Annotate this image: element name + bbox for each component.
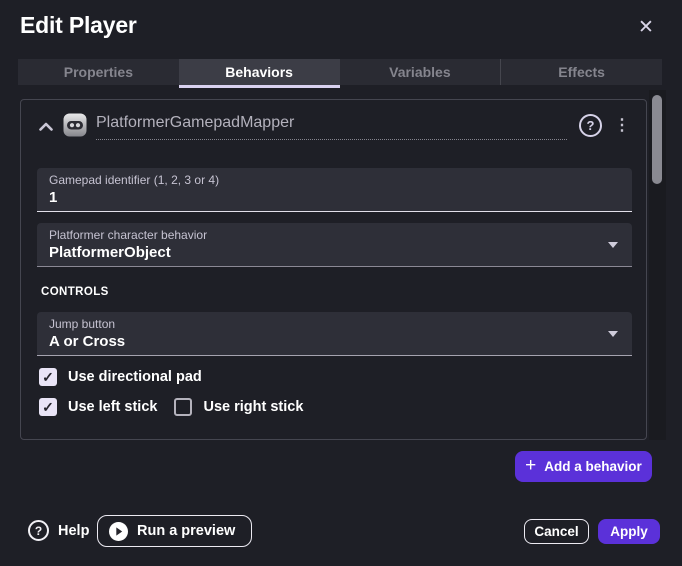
scrollbar-thumb[interactable]	[652, 95, 662, 184]
more-options-icon[interactable]: ⋮	[614, 115, 630, 135]
use-right-stick-label[interactable]: Use right stick	[203, 399, 303, 415]
behavior-help-icon[interactable]: ?	[579, 114, 602, 137]
behavior-name-field[interactable]: PlatformerGamepadMapper	[96, 114, 567, 140]
use-directional-pad-checkbox[interactable]: ✓	[39, 368, 57, 386]
tab-effects[interactable]: Effects	[500, 59, 662, 85]
character-behavior-label: Platformer character behavior	[49, 228, 620, 242]
plus-icon: +	[525, 456, 536, 475]
jump-button-label: Jump button	[49, 317, 620, 331]
character-behavior-select[interactable]: Platformer character behavior Platformer…	[37, 223, 632, 267]
page-title: Edit Player	[20, 12, 137, 39]
gamepad-identifier-field[interactable]: Gamepad identifier (1, 2, 3 or 4) 1	[37, 168, 632, 212]
collapse-chevron-icon[interactable]	[37, 114, 55, 138]
help-button[interactable]: ? Help	[28, 519, 89, 542]
apply-button[interactable]: Apply	[598, 519, 660, 544]
cancel-button[interactable]: Cancel	[524, 519, 589, 544]
check-icon: ✓	[42, 370, 54, 384]
dropdown-arrow-icon	[608, 242, 618, 248]
play-icon	[109, 522, 128, 541]
help-icon: ?	[28, 520, 49, 541]
use-left-stick-checkbox[interactable]: ✓	[39, 398, 57, 416]
tab-properties[interactable]: Properties	[18, 59, 179, 85]
checkbox-row: ✓ Use left stick Use right stick	[39, 398, 303, 416]
check-icon: ✓	[42, 400, 54, 414]
checkbox-row: ✓ Use directional pad	[39, 368, 202, 386]
use-right-stick-checkbox[interactable]	[174, 398, 192, 416]
tab-variables[interactable]: Variables	[340, 59, 501, 85]
add-behavior-label: Add a behavior	[544, 459, 642, 474]
help-label: Help	[58, 523, 89, 539]
tab-behaviors[interactable]: Behaviors	[179, 59, 340, 85]
run-preview-button[interactable]: Run a preview	[97, 515, 252, 547]
gamepad-identifier-label: Gamepad identifier (1, 2, 3 or 4)	[49, 173, 620, 187]
jump-button-value: A or Cross	[49, 333, 620, 350]
behavior-card-header: PlatformerGamepadMapper ? ⋮	[37, 112, 630, 142]
gamepad-icon	[63, 113, 87, 137]
behavior-card: PlatformerGamepadMapper ? ⋮ Gamepad iden…	[20, 99, 647, 440]
jump-button-select[interactable]: Jump button A or Cross	[37, 312, 632, 356]
gamepad-identifier-value: 1	[49, 189, 620, 206]
tab-bar: Properties Behaviors Variables Effects	[18, 59, 662, 85]
use-directional-pad-label[interactable]: Use directional pad	[68, 369, 202, 385]
add-behavior-button[interactable]: + Add a behavior	[515, 451, 652, 482]
character-behavior-value: PlatformerObject	[49, 244, 620, 261]
dropdown-arrow-icon	[608, 331, 618, 337]
apply-label: Apply	[610, 524, 648, 539]
run-preview-label: Run a preview	[137, 523, 235, 539]
cancel-label: Cancel	[534, 524, 578, 539]
close-icon[interactable]: ✕	[636, 17, 656, 37]
use-left-stick-label[interactable]: Use left stick	[68, 399, 157, 415]
controls-section-label: CONTROLS	[41, 286, 109, 298]
